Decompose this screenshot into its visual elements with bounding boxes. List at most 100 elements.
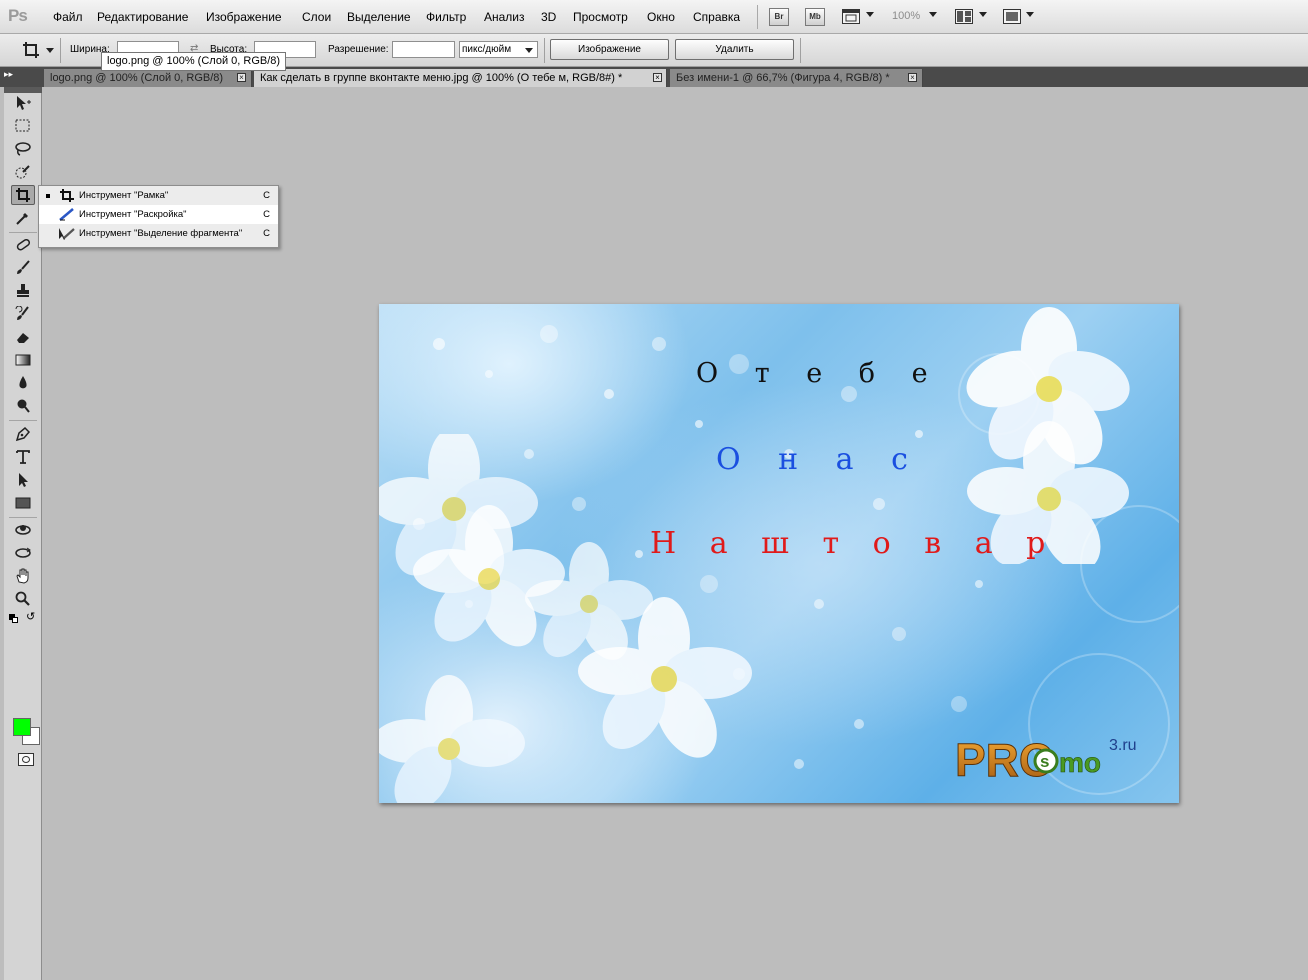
zoom-level[interactable]: 100% <box>892 10 920 22</box>
separator <box>9 517 37 518</box>
close-icon[interactable]: × <box>908 73 917 82</box>
flower-decoration <box>966 307 1130 564</box>
flyout-item-label: Инструмент "Выделение фрагмента" <box>79 228 243 239</box>
flyout-item-crop[interactable]: Инструмент "Рамка" C <box>39 186 278 205</box>
prosmo-logo: PRO s mo 3.ru <box>955 724 1155 788</box>
swap-colors-icon[interactable]: ↺ <box>26 612 35 623</box>
menu-3d[interactable]: 3D <box>541 10 556 24</box>
resolution-label: Разрешение: <box>328 44 389 55</box>
tab-menu-jpg[interactable]: Как сделать в группе вконтакте меню.jpg … <box>254 69 667 87</box>
tab-label: Без имени-1 @ 66,7% (Фигура 4, RGB/8) * <box>676 72 890 84</box>
3d-orbit-tool-icon[interactable] <box>11 543 35 563</box>
type-tool-icon[interactable] <box>11 447 35 467</box>
separator <box>60 38 61 63</box>
default-colors-icon[interactable] <box>9 614 18 623</box>
bridge-button[interactable]: Br <box>769 8 789 26</box>
zoom-tool-icon[interactable] <box>11 589 35 609</box>
crop-tool-preset-icon[interactable] <box>22 41 42 59</box>
chevron-down-icon[interactable] <box>929 12 937 17</box>
tab-tooltip: logo.png @ 100% (Слой 0, RGB/8) <box>101 52 287 71</box>
tools-panel: ↺ <box>4 87 42 980</box>
close-icon[interactable]: × <box>653 73 662 82</box>
gradient-tool-icon[interactable] <box>11 350 35 370</box>
resolution-unit-select[interactable]: пикс/дюйм <box>459 41 538 58</box>
flyout-item-slice[interactable]: Инструмент "Раскройка" C <box>39 205 278 224</box>
tab-untitled-1[interactable]: Без имени-1 @ 66,7% (Фигура 4, RGB/8) * … <box>670 69 923 87</box>
flyout-item-slice-select[interactable]: Инструмент "Выделение фрагмента" C <box>39 224 278 243</box>
chevron-down-icon[interactable] <box>866 12 874 17</box>
front-image-button[interactable]: Изображение <box>550 39 669 60</box>
menu-window[interactable]: Окно <box>647 10 675 24</box>
menu-text-our-product: Н а ш т о в а р <box>650 526 1058 561</box>
slice-select-icon <box>58 226 76 241</box>
crop-icon <box>58 188 76 203</box>
marquee-tool-icon[interactable] <box>11 116 35 136</box>
chevron-down-icon[interactable] <box>46 48 54 53</box>
menu-filter[interactable]: Фильтр <box>426 10 466 24</box>
clone-stamp-tool-icon[interactable] <box>11 281 35 301</box>
logo-text-sup: 3.ru <box>1109 737 1137 754</box>
separator <box>9 420 37 421</box>
blur-tool-icon[interactable] <box>11 373 35 393</box>
screen-mode-icon[interactable] <box>1003 9 1021 24</box>
healing-brush-tool-icon[interactable] <box>11 235 35 255</box>
resolution-unit-value: пикс/дюйм <box>462 44 512 55</box>
menu-edit[interactable]: Редактирование <box>97 10 188 24</box>
separator <box>757 5 758 29</box>
menu-select[interactable]: Выделение <box>347 10 411 24</box>
close-icon[interactable]: × <box>237 73 246 82</box>
hand-tool-icon[interactable] <box>11 566 35 586</box>
chevron-down-icon[interactable] <box>979 12 987 17</box>
tab-logo-png[interactable]: logo.png @ 100% (Слой 0, RGB/8) × <box>44 69 252 87</box>
menu-analysis[interactable]: Анализ <box>484 10 525 24</box>
flyout-item-shortcut: C <box>263 190 270 201</box>
flyout-item-label: Инструмент "Раскройка" <box>79 209 187 220</box>
menu-help[interactable]: Справка <box>693 10 740 24</box>
chevron-down-icon[interactable] <box>1026 12 1034 17</box>
crop-tool-icon[interactable] <box>11 185 35 205</box>
3d-rotate-tool-icon[interactable] <box>11 520 35 540</box>
path-selection-tool-icon[interactable] <box>11 470 35 490</box>
selected-bullet <box>46 194 50 198</box>
flower-decoration <box>379 434 752 803</box>
lasso-tool-icon[interactable] <box>11 139 35 159</box>
quick-selection-tool-icon[interactable] <box>11 162 35 182</box>
separator <box>800 38 801 63</box>
pen-tool-icon[interactable] <box>11 424 35 444</box>
dodge-tool-icon[interactable] <box>11 396 35 416</box>
clear-button[interactable]: Удалить <box>675 39 794 60</box>
menu-image[interactable]: Изображение <box>206 10 282 24</box>
crop-tool-flyout: Инструмент "Рамка" C Инструмент "Раскрой… <box>38 185 279 248</box>
chevron-down-icon <box>525 48 533 53</box>
arrange-documents-icon[interactable] <box>955 9 973 24</box>
tab-label: Как сделать в группе вконтакте меню.jpg … <box>260 72 623 84</box>
menu-text-about-you: О т е б е <box>696 358 942 389</box>
rectangle-tool-icon[interactable] <box>11 493 35 513</box>
photoshop-logo: Ps <box>8 6 28 25</box>
extras-icon[interactable] <box>842 9 860 24</box>
separator <box>544 38 545 63</box>
move-tool-icon[interactable] <box>11 93 35 113</box>
eraser-tool-icon[interactable] <box>11 327 35 347</box>
document-canvas[interactable]: О т е б е О н а с Н а ш т о в а р PRO s … <box>379 304 1179 803</box>
tab-label: logo.png @ 100% (Слой 0, RGB/8) <box>50 72 224 84</box>
menu-view[interactable]: Просмотр <box>573 10 628 24</box>
logo-text-s: s <box>1040 752 1049 771</box>
menu-text-about-us: О н а с <box>716 442 922 477</box>
foreground-color-swatch[interactable] <box>13 718 31 736</box>
eyedropper-tool-icon[interactable] <box>11 208 35 228</box>
flyout-item-label: Инструмент "Рамка" <box>79 190 169 201</box>
separator <box>9 232 37 233</box>
menu-file[interactable]: Файл <box>53 10 83 24</box>
menu-layers[interactable]: Слои <box>302 10 331 24</box>
slice-icon <box>58 207 76 222</box>
flyout-item-shortcut: C <box>263 209 270 220</box>
resolution-field[interactable] <box>392 41 455 58</box>
menu-bar: Ps Файл Редактирование Изображение Слои … <box>0 0 1308 34</box>
mini-bridge-button[interactable]: Mb <box>805 8 825 26</box>
brush-tool-icon[interactable] <box>11 258 35 278</box>
quick-mask-button[interactable] <box>18 753 34 766</box>
collapse-panel-icon[interactable]: ▸▸ <box>4 69 13 80</box>
history-brush-tool-icon[interactable] <box>11 304 35 324</box>
logo-text-mo: mo <box>1059 747 1101 778</box>
